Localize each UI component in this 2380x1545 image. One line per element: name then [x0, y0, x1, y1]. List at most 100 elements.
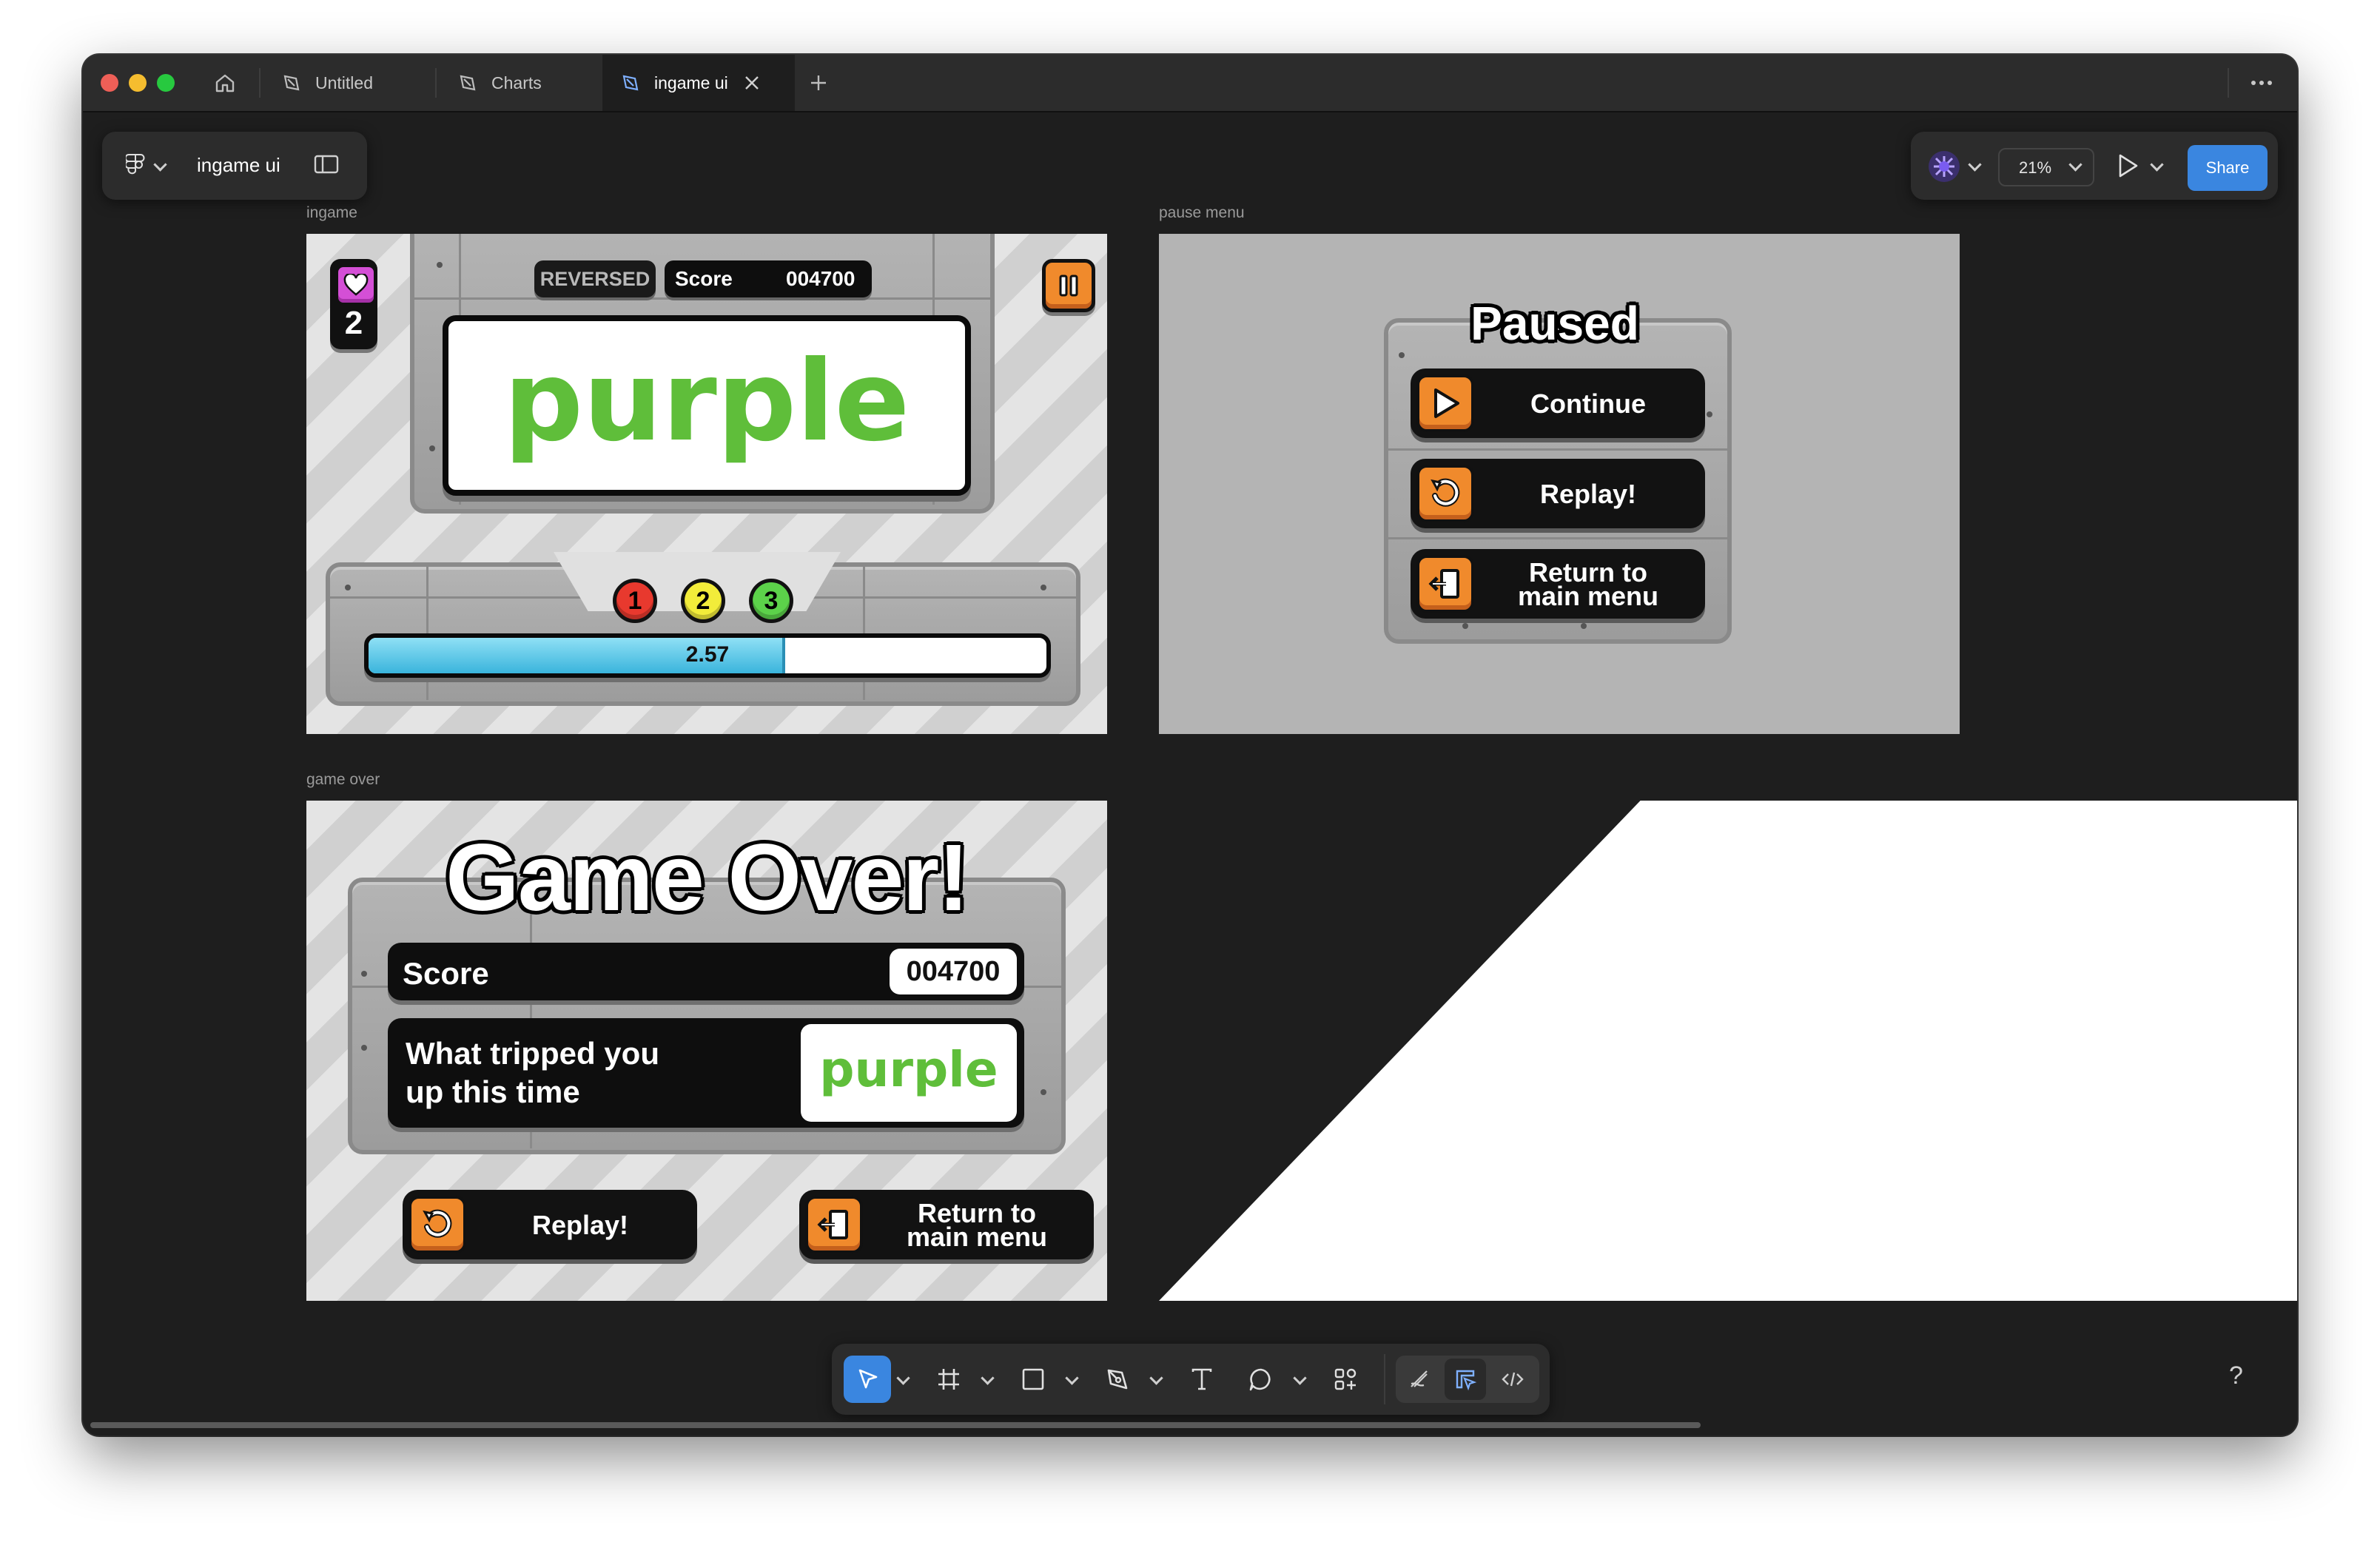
plugin-avatar-icon[interactable]: [1929, 151, 1960, 182]
figma-menu-icon[interactable]: [124, 152, 145, 183]
dev-mode-button[interactable]: [1492, 1359, 1533, 1400]
score-pill: Score 004700: [665, 260, 872, 297]
cursor-icon: [858, 1369, 878, 1389]
tab-charts[interactable]: Charts: [446, 55, 620, 111]
answer-choice-3[interactable]: 3: [749, 579, 793, 623]
text-icon: [1191, 1368, 1212, 1390]
pen-icon: [1107, 1369, 1128, 1390]
zoom-window-button[interactable]: [157, 74, 175, 92]
lives-counter: 2: [330, 259, 377, 349]
timer-bar: 2.57: [364, 633, 1051, 678]
continue-button[interactable]: Continue: [1411, 368, 1705, 438]
timer-value: 2.57: [685, 642, 730, 667]
actions-icon: [1334, 1368, 1357, 1390]
continue-label: Continue: [1530, 388, 1646, 419]
frame-tool-button[interactable]: [925, 1356, 972, 1403]
paused-title: Paused: [1470, 297, 1639, 350]
frame-label-pause-menu[interactable]: pause menu: [1159, 204, 1245, 222]
play-icon: [1416, 374, 1474, 432]
title-bar: Untitled Charts ingame ui: [83, 55, 2297, 112]
answer-choice-2[interactable]: 2: [681, 579, 725, 623]
more-options-icon[interactable]: [2248, 73, 2275, 97]
replay-label: Replay!: [1539, 479, 1637, 509]
file-icon: [622, 75, 639, 91]
comment-icon: [1249, 1368, 1271, 1391]
shape-tool-button[interactable]: [1009, 1356, 1057, 1403]
zoom-control[interactable]: 21%: [1998, 148, 2094, 186]
pause-icon: [1059, 275, 1078, 297]
score-value: 004700: [786, 267, 855, 290]
comment-tool-button[interactable]: [1237, 1356, 1285, 1403]
close-tab-icon[interactable]: [743, 74, 761, 92]
chevron-down-icon[interactable]: [896, 1371, 910, 1385]
game-over-return-button[interactable]: Return to main menu: [799, 1190, 1094, 1259]
minimize-window-button[interactable]: [129, 74, 147, 92]
chevron-down-icon: [2068, 158, 2082, 172]
game-over-frame[interactable]: Game Over! Score 004700 What tripped you…: [306, 801, 1107, 1301]
file-icon: [283, 75, 300, 91]
pause-button[interactable]: [1042, 259, 1095, 312]
tripped-word: purple: [819, 1041, 998, 1098]
heart-icon: [336, 265, 376, 305]
chevron-down-icon[interactable]: [981, 1371, 995, 1385]
new-tab-icon[interactable]: [808, 73, 829, 97]
answer-choice-1[interactable]: 1: [613, 579, 657, 623]
chevron-down-icon[interactable]: [1968, 158, 1982, 172]
home-icon[interactable]: [213, 71, 237, 95]
present-play-icon[interactable]: [2117, 152, 2140, 183]
design-mode-button[interactable]: [1445, 1359, 1486, 1400]
tripped-label-line1: What tripped you: [406, 1036, 659, 1071]
text-tool-button[interactable]: [1178, 1356, 1226, 1403]
horizontal-scrollbar[interactable]: [90, 1422, 1701, 1428]
frame-label-ingame[interactable]: ingame: [306, 204, 357, 222]
game-over-replay-button[interactable]: Replay!: [403, 1190, 697, 1259]
pause-menu-frame[interactable]: Paused Continue Replay! Return to main m…: [1159, 234, 1960, 734]
target-word: purple: [503, 337, 910, 466]
exit-door-icon: [805, 1196, 863, 1253]
chevron-down-icon[interactable]: [2150, 158, 2164, 172]
app-window: Untitled Charts ingame ui ingame ui 21% …: [83, 55, 2297, 1435]
tripped-row: What tripped you up this time purple: [388, 1018, 1024, 1128]
frame-label-game-over[interactable]: game over: [306, 771, 380, 789]
exit-door-icon: [1416, 555, 1474, 613]
reversed-badge: REVERSED: [534, 260, 656, 297]
tab-label: ingame ui: [654, 73, 728, 92]
replay-button[interactable]: Replay!: [1411, 459, 1705, 528]
final-score-label: Score: [403, 956, 489, 991]
draw-mode-button[interactable]: [1399, 1359, 1440, 1400]
transition-shape[interactable]: [1159, 801, 2297, 1301]
move-tool-button[interactable]: [844, 1356, 891, 1403]
file-panel: ingame ui: [102, 132, 367, 200]
replay-icon: [1416, 465, 1474, 522]
tab-ingame-ui[interactable]: ingame ui: [602, 55, 795, 111]
chevron-down-icon[interactable]: [1065, 1371, 1079, 1385]
file-icon: [460, 75, 476, 91]
help-button[interactable]: ?: [2229, 1361, 2243, 1390]
final-score-row: Score 004700: [388, 943, 1024, 1000]
chevron-down-icon[interactable]: [153, 158, 167, 172]
tab-untitled[interactable]: Untitled: [269, 55, 448, 111]
rectangle-icon: [1022, 1368, 1044, 1390]
return-label-line2: main menu: [906, 1222, 1048, 1252]
bottom-toolbar: [832, 1344, 1550, 1415]
tab-label: Charts: [491, 73, 542, 92]
close-window-button[interactable]: [101, 74, 118, 92]
zoom-value: 21%: [2019, 158, 2052, 177]
actions-tool-button[interactable]: [1322, 1356, 1369, 1403]
score-label: Score: [675, 267, 733, 290]
game-over-title: Game Over!: [446, 825, 969, 931]
file-name[interactable]: ingame ui: [197, 154, 280, 177]
draw-icon: [1411, 1370, 1428, 1387]
tripped-label-line2: up this time: [406, 1074, 580, 1109]
code-icon: [1502, 1372, 1524, 1387]
chevron-down-icon[interactable]: [1149, 1371, 1163, 1385]
design-icon: [1456, 1370, 1477, 1391]
final-score-value: 004700: [890, 949, 1017, 994]
return-to-menu-button[interactable]: Return to main menu: [1411, 549, 1705, 619]
chevron-down-icon[interactable]: [1293, 1371, 1307, 1385]
pen-tool-button[interactable]: [1094, 1356, 1141, 1403]
ingame-frame[interactable]: REVERSED Score 004700 2 purple 1 2 3 2.5…: [306, 234, 1107, 734]
share-button[interactable]: Share: [2188, 145, 2268, 191]
return-label-line2: main menu: [1517, 581, 1659, 611]
sidebar-toggle-icon[interactable]: [314, 154, 339, 178]
